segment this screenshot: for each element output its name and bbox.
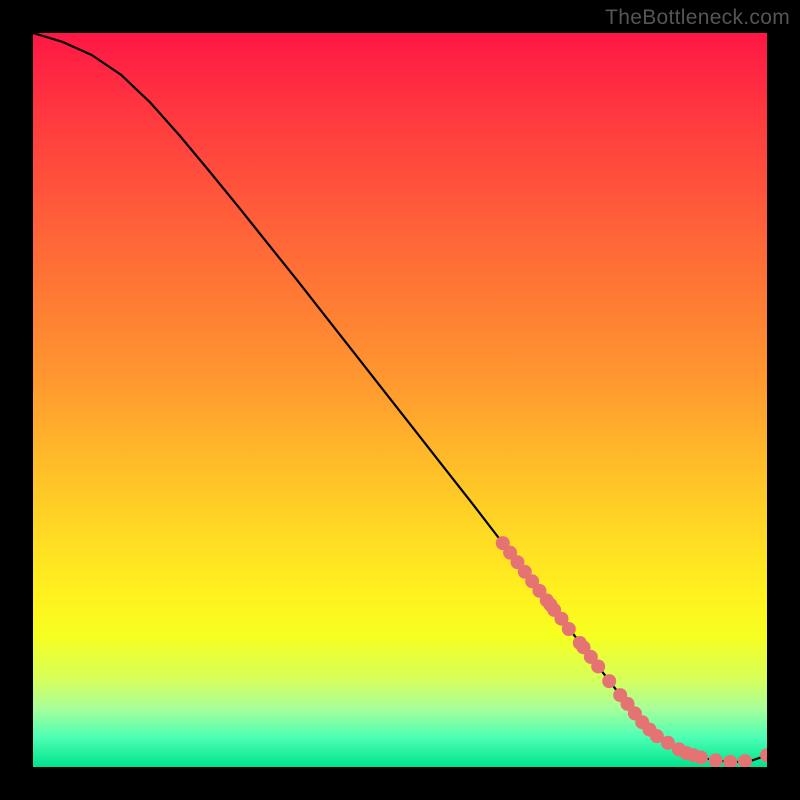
marker-dot — [591, 659, 605, 673]
marker-group — [496, 536, 767, 767]
bottleneck-curve — [33, 33, 767, 762]
marker-dot — [602, 674, 616, 688]
marker-dot — [760, 748, 767, 762]
marker-dot — [694, 750, 708, 764]
watermark-text: TheBottleneck.com — [605, 6, 790, 30]
marker-dot — [709, 753, 723, 767]
chart-frame: TheBottleneck.com — [0, 0, 800, 800]
plot-area — [33, 33, 767, 767]
marker-dot — [738, 754, 752, 767]
chart-svg — [33, 33, 767, 767]
marker-dot — [562, 622, 576, 636]
marker-dot — [723, 755, 737, 767]
